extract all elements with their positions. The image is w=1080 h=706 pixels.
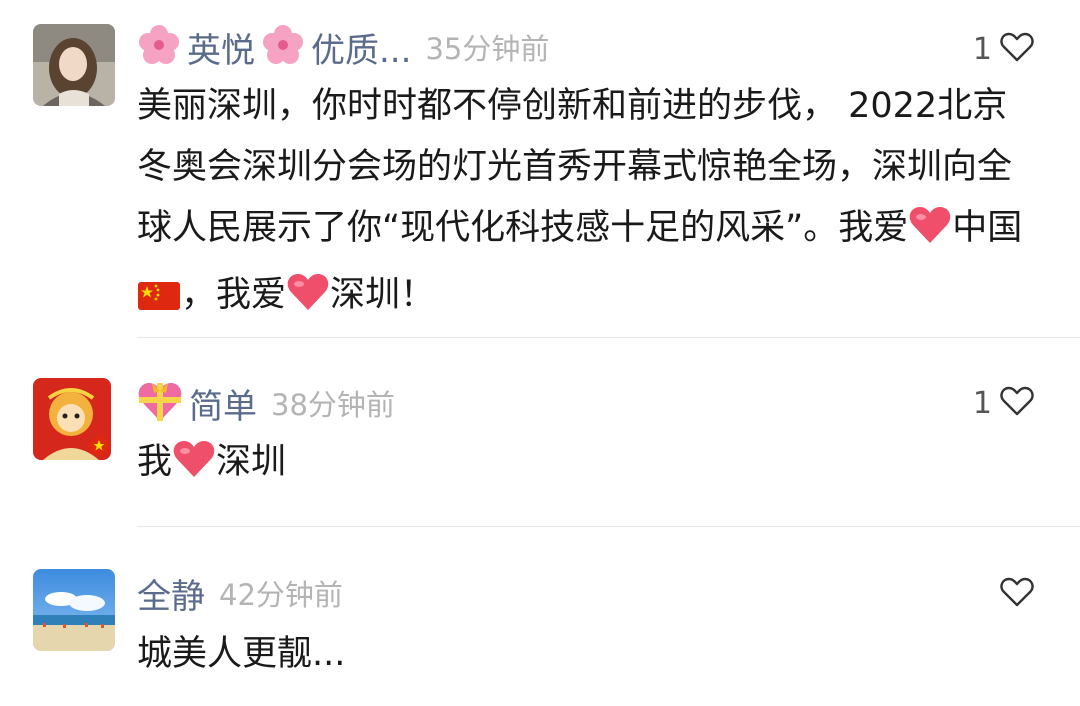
comment-time: 35分钟前 [425,32,550,66]
comment-header: 全静 42分钟前 [137,568,343,618]
heart-outline-icon[interactable] [1000,577,1034,611]
comment-time: 38分钟前 [271,388,395,422]
like-button[interactable] [1000,569,1034,619]
comment-header: 英悦 优质... 35分钟前 [137,22,549,72]
cherry-blossom-icon [261,23,305,71]
avatar[interactable] [33,24,115,106]
cherry-blossom-icon [137,23,181,71]
china-flag-emoji [137,271,181,332]
heart-gift-icon [137,379,183,427]
comment-text-part: 美丽深圳，你时时都不停创新和前进的步伐， 2022北京冬奥会深圳分会场的灯光首秀… [137,86,1013,248]
comment-text: 美丽深圳，你时时都不停创新和前进的步伐， 2022北京冬奥会深圳分会场的灯光首秀… [137,76,1042,332]
red-heart-emoji [286,271,330,332]
comment-text-part: 中国 [952,208,1023,248]
comment-text: 我 深圳 [137,432,1042,499]
comment-text: 城美人更靓... [137,634,346,674]
avatar[interactable] [33,378,111,460]
comment-time: 42分钟前 [219,578,343,612]
like-count: 1 [972,385,992,421]
divider [137,337,1080,338]
comment-text-part: 深圳 [216,442,287,482]
heart-outline-icon[interactable] [1000,386,1034,420]
comment-text-part: ，我爱 [181,275,287,315]
avatar[interactable] [33,569,115,651]
like-button[interactable]: 1 [973,378,1034,428]
commenter-name-suffix[interactable]: 优质... [311,23,411,72]
red-heart-emoji [172,438,216,499]
comment-text-part: 深圳！ [330,275,436,315]
commenter-name[interactable]: 英悦 [187,23,255,72]
commenter-name[interactable]: 全静 [137,569,205,618]
like-button[interactable]: 1 [973,24,1034,74]
divider [137,526,1080,527]
commenter-name[interactable]: 简单 [189,379,257,428]
comment-header: 简单 38分钟前 [137,378,395,428]
heart-outline-icon[interactable] [1000,32,1034,66]
like-count: 1 [972,31,992,67]
comment-text-part: 我 [137,442,173,482]
red-heart-emoji [908,204,952,265]
